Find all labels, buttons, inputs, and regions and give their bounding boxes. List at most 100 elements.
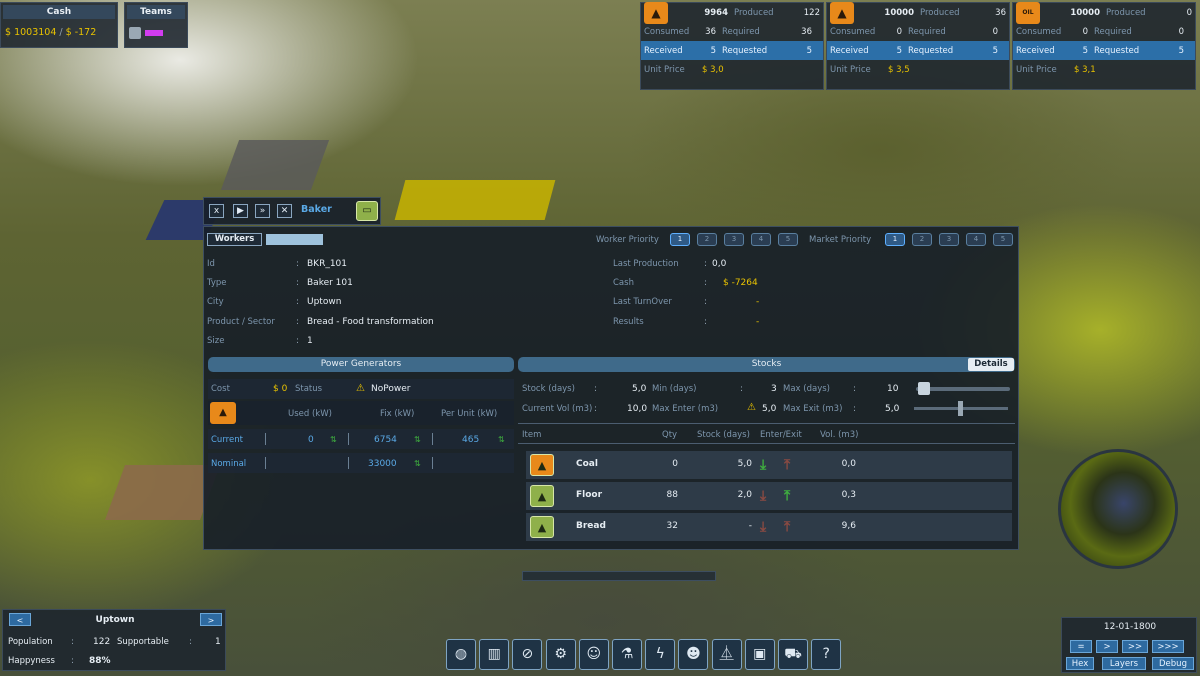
stepper-icon[interactable]: ⇅ (498, 435, 505, 444)
cash-panel: Cash $ 1003104 / $ -172 (0, 2, 118, 48)
worker-priority-button-2[interactable]: 2 (697, 233, 717, 246)
research-tool-button[interactable]: ⚙ (545, 639, 576, 670)
bridge-tool-button[interactable]: ⏅ (711, 639, 742, 670)
stock-row[interactable]: ▲ Floor 88 2,0 ⤓ ⤒ 0,3 (526, 482, 1012, 510)
unit-price-label: Unit Price (830, 64, 871, 75)
globe-tool-button[interactable]: ◍ (446, 639, 476, 670)
market-priority-button-4[interactable]: 4 (966, 233, 986, 246)
crate-tool-button[interactable]: ▣ (744, 639, 775, 670)
speed-fastest-button[interactable]: >>> (1152, 640, 1184, 653)
speed-normal-button[interactable]: > (1096, 640, 1118, 653)
market-priority-button-2[interactable]: 2 (912, 233, 932, 246)
layers-button[interactable]: Layers (1102, 657, 1146, 670)
building-cash-value: $ -7264 (723, 278, 758, 288)
chart-icon: ▥ (487, 646, 501, 662)
worker-priority-button-3[interactable]: 3 (724, 233, 744, 246)
max-days-slider-handle[interactable] (918, 382, 930, 395)
help-tool-button[interactable]: ? (811, 639, 842, 670)
produced-label: Produced (920, 7, 960, 18)
details-button[interactable]: Details (968, 358, 1014, 371)
teams-title: Teams (127, 5, 185, 19)
received-label: Received (644, 45, 683, 56)
fast-forward-button[interactable]: » (255, 204, 270, 218)
stock-item-vol: 0,3 (841, 490, 856, 500)
minimap[interactable] (1058, 449, 1178, 569)
prev-city-button[interactable]: < (9, 613, 31, 626)
max-exit-slider-handle[interactable] (958, 401, 963, 416)
minimize-button[interactable]: x (209, 204, 224, 218)
next-city-button[interactable]: > (200, 613, 222, 626)
close-button[interactable]: ✕ (277, 204, 292, 218)
timeline-strip[interactable] (522, 571, 716, 581)
stepper-icon[interactable]: ⇅ (414, 435, 421, 444)
exit-arrow-icon[interactable]: ⤒ (784, 457, 790, 473)
market-priority-button-3[interactable]: 3 (939, 233, 959, 246)
compass-tool-button[interactable]: ⊘ (512, 639, 543, 670)
research-icon: ⚙ (554, 646, 567, 662)
icon-label: OIL (1022, 9, 1034, 16)
unit-price-label: Unit Price (644, 64, 685, 75)
workers-progress-bar (266, 234, 323, 245)
enter-arrow-icon[interactable]: ⤓ (760, 457, 766, 473)
stock-row[interactable]: ▲ Bread 32 - ⤓ ⤒ 9,6 (526, 513, 1012, 541)
population-tool-button[interactable]: ☻ (678, 639, 709, 670)
worker-priority-button-5[interactable]: 5 (778, 233, 798, 246)
current-vol-label: Current Vol (m3) (522, 404, 593, 414)
tab-workers[interactable]: Workers (207, 233, 262, 246)
requested-label: Requested (908, 45, 954, 56)
resource-panel[interactable]: OIL 10000 Produced 0 Consumed 0 Required 0 Recei… (1012, 1, 1196, 90)
stock-item-name: Bread (576, 521, 606, 531)
unit-price-value: $ 3,0 (702, 64, 724, 75)
worker-tool-button[interactable]: ☺ (578, 639, 609, 670)
unit-price-value: $ 3,5 (888, 64, 910, 75)
requested-label: Requested (722, 45, 768, 56)
enter-arrow-icon[interactable]: ⤓ (760, 488, 766, 504)
resource-panel[interactable]: ▲ 10000 Produced 36 Consumed 0 Required 0 Receiv… (826, 1, 1010, 90)
enter-arrow-icon[interactable]: ⤓ (760, 519, 766, 535)
debug-button[interactable]: Debug (1152, 657, 1194, 670)
stepper-icon[interactable]: ⇅ (414, 459, 421, 468)
sector-label: Product / Sector (207, 317, 275, 327)
stepper-icon[interactable]: ⇅ (330, 435, 337, 444)
resource-panel[interactable]: ▲ 9964 Produced 122 Consumed 36 Required 36 Rece… (640, 1, 824, 90)
lab-tool-button[interactable]: ⚗ (612, 639, 642, 670)
stocks-header[interactable]: Stocks (518, 357, 1015, 372)
play-button[interactable]: ▶ (233, 204, 248, 218)
speed-fast-button[interactable]: >> (1122, 640, 1148, 653)
produced-label: Produced (734, 7, 774, 18)
worker-priority-button-1[interactable]: 1 (670, 233, 690, 246)
power-per-unit-label: Per Unit (kW) (441, 409, 498, 419)
building-bakery[interactable] (394, 180, 556, 220)
market-priority-button-1[interactable]: 1 (885, 233, 905, 246)
required-value: 0 (1178, 26, 1184, 37)
building-window-header[interactable]: x ▶ » ✕ Baker ▭ (203, 197, 381, 225)
power-generators-header[interactable]: Power Generators (208, 357, 514, 372)
exit-arrow-icon[interactable]: ⤒ (784, 488, 790, 504)
produced-value: 36 (995, 7, 1006, 18)
warning-icon: ⚠ (747, 402, 756, 413)
stock-row[interactable]: ▲ Coal 0 5,0 ⤓ ⤒ 0,0 (526, 451, 1012, 479)
unit-price-label: Unit Price (1016, 64, 1057, 75)
resource-stock: 9964 (704, 7, 728, 18)
max-days-slider[interactable] (916, 382, 1010, 395)
chart-tool-button[interactable]: ▥ (479, 639, 510, 670)
building-factory[interactable] (220, 140, 330, 190)
help-icon: ? (822, 646, 830, 662)
worker-priority-button-4[interactable]: 4 (751, 233, 771, 246)
speed-pause-button[interactable]: = (1070, 640, 1092, 653)
last-turnover-label: Last TurnOver (613, 297, 672, 307)
wheelbarrow-tool-button[interactable]: ⛟ (778, 639, 808, 670)
power-tool-button[interactable]: ϟ (645, 639, 676, 670)
received-label: Received (1016, 45, 1055, 56)
exit-arrow-icon[interactable]: ⤒ (784, 519, 790, 535)
teams-panel[interactable]: Teams (124, 2, 188, 48)
happyness-label: Happyness (8, 656, 55, 666)
power-fix-label: Fix (kW) (380, 409, 415, 419)
max-exit-slider[interactable] (914, 401, 1008, 416)
consumed-label: Consumed (830, 26, 876, 37)
flour-icon: ▲ (530, 485, 554, 507)
city-panel: < Uptown > Population : 122 Supportable … (2, 609, 226, 671)
market-priority-button-5[interactable]: 5 (993, 233, 1013, 246)
team-icon[interactable] (129, 27, 141, 39)
hex-button[interactable]: Hex (1066, 657, 1094, 670)
